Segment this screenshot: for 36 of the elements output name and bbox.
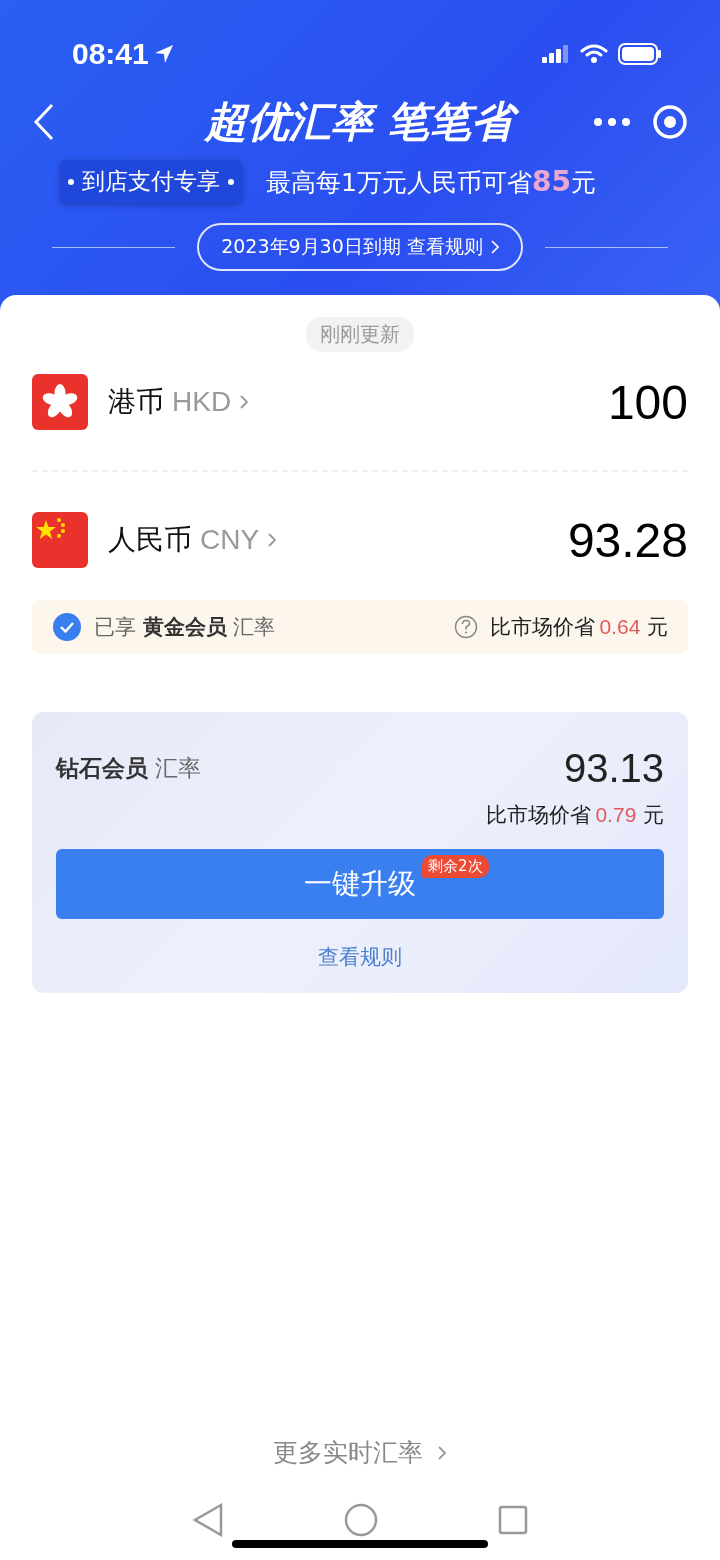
chevron-right-icon [267,532,278,548]
currency-amount: 100 [607,374,688,430]
rules-link[interactable]: 查看规则 [318,943,402,971]
expiry-rules-button[interactable]: 2023年9月30日到期 查看规则 [197,223,523,271]
chevron-right-icon [239,394,250,410]
remaining-count-badge: 剩余2次 [422,855,489,878]
dot-icon [68,178,74,185]
promo-text: 最高每1万元人民币可省85元 [266,164,596,199]
back-icon[interactable] [32,102,56,142]
currency-selector[interactable]: 港币 HKD [108,383,250,421]
page-title: 超优汇率 笔笔省 [76,94,572,150]
chevron-right-icon [490,240,499,254]
status-time: 08:41 [72,37,149,71]
tier-rate-label: 钻石会员 汇率 [56,754,202,783]
battery-icon [618,43,662,65]
home-circle-icon[interactable] [344,1503,378,1537]
chevron-right-icon [437,1443,447,1462]
more-icon[interactable] [592,117,632,127]
back-triangle-icon[interactable] [192,1503,224,1537]
dot-icon [228,178,234,185]
savings-text: 比市场价省 0.64 元 [490,614,668,641]
wifi-icon [580,44,608,64]
signal-icon [542,45,570,63]
target-icon[interactable] [652,104,688,140]
promo-tag-text: 到店支付专享 [82,167,220,196]
currency-amount: 93.28 [567,512,688,568]
savings-text: 比市场价省 0.79 元 [486,802,664,829]
flower-flag-icon [32,374,88,430]
member-rate-text: 已享 黄金会员 汇率 [94,614,276,641]
currency-selector[interactable]: 人民币 CNY [108,521,278,559]
more-rates-link[interactable]: 更多实时汇率 [267,1435,453,1470]
star-flag-icon [32,512,88,568]
updated-badge: 刚刚更新 [306,317,414,352]
square-icon[interactable] [498,1505,528,1535]
help-icon[interactable] [454,615,479,639]
tier-rate-value: 93.13 [563,746,664,791]
